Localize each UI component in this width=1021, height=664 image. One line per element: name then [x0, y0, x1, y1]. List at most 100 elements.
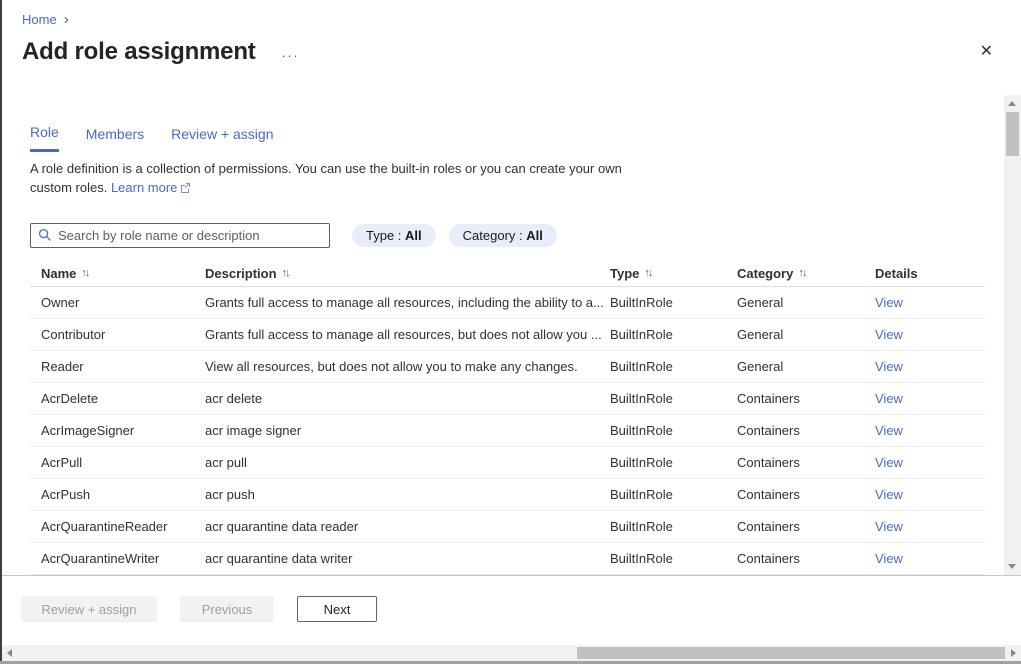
roles-table: Name↑↓ Description ↑↓ Type ↑↓ Category↑↓ D… [30, 260, 985, 575]
filter-type-separator: : [394, 228, 405, 243]
column-details-label: Details [875, 266, 918, 281]
more-options-button[interactable]: ··· [282, 48, 300, 63]
table-row[interactable]: Reader View all resources, but does not … [30, 351, 985, 383]
role-name-cell: AcrImageSigner [30, 423, 205, 438]
column-header-type[interactable]: Type ↑↓ [610, 266, 737, 281]
column-header-category[interactable]: Category↑↓ [737, 266, 875, 281]
column-name-label: Name [41, 266, 76, 281]
role-name-cell: Reader [30, 359, 205, 374]
role-category-cell: General [737, 359, 875, 374]
table-row[interactable]: AcrQuarantineReader acr quarantine data … [30, 511, 985, 543]
search-icon [38, 228, 52, 242]
column-header-name[interactable]: Name↑↓ [30, 266, 205, 281]
close-button[interactable]: ✕ [980, 44, 993, 60]
role-category-cell: Containers [737, 551, 875, 566]
vertical-scrollbar[interactable] [1004, 95, 1021, 575]
role-category-cell: General [737, 295, 875, 310]
filter-category-label: Category [463, 228, 516, 243]
view-details-link[interactable]: View [875, 423, 903, 438]
role-type-cell: BuiltInRole [610, 551, 737, 566]
filter-category-separator: : [515, 228, 526, 243]
external-link-icon [180, 182, 191, 193]
table-header-row: Name↑↓ Description ↑↓ Type ↑↓ Category↑↓ D… [30, 260, 985, 287]
view-details-link[interactable]: View [875, 391, 903, 406]
horizontal-scrollbar-thumb[interactable] [577, 647, 1005, 659]
filter-category-value: All [526, 228, 543, 243]
scroll-down-arrow-icon[interactable] [1008, 564, 1016, 569]
role-description-cell: acr pull [205, 455, 610, 470]
role-category-cell: Containers [737, 423, 875, 438]
role-type-cell: BuiltInRole [610, 295, 737, 310]
column-header-description[interactable]: Description ↑↓ [205, 266, 610, 281]
table-row[interactable]: Contributor Grants full access to manage… [30, 319, 985, 351]
search-input[interactable] [30, 223, 330, 248]
column-type-label: Type [610, 266, 639, 281]
column-header-details: Details [875, 266, 985, 281]
table-row[interactable]: Owner Grants full access to manage all r… [30, 287, 985, 319]
view-details-link[interactable]: View [875, 327, 903, 342]
horizontal-scrollbar[interactable] [2, 645, 1021, 661]
filter-pill-type[interactable]: Type : All [352, 224, 436, 247]
view-details-link[interactable]: View [875, 519, 903, 534]
intro-text: A role definition is a collection of per… [30, 160, 662, 198]
vertical-scrollbar-thumb[interactable] [1006, 112, 1019, 156]
role-type-cell: BuiltInRole [610, 519, 737, 534]
role-description-cell: acr push [205, 487, 610, 502]
sort-icon: ↑↓ [282, 267, 289, 279]
learn-more-label: Learn more [111, 180, 177, 195]
role-name-cell: AcrPush [30, 487, 205, 502]
view-details-link[interactable]: View [875, 551, 903, 566]
role-name-cell: AcrPull [30, 455, 205, 470]
role-name-cell: AcrQuarantineWriter [30, 551, 205, 566]
breadcrumb-chevron-icon: › [64, 12, 69, 27]
tab-role[interactable]: Role [30, 124, 59, 152]
role-description-cell: View all resources, but does not allow y… [205, 359, 610, 374]
next-button[interactable]: Next [297, 596, 377, 622]
table-row[interactable]: AcrDelete acr delete BuiltInRole Contain… [30, 383, 985, 415]
table-row[interactable]: AcrPush acr push BuiltInRole Containers … [30, 479, 985, 511]
scroll-up-arrow-icon[interactable] [1008, 101, 1016, 106]
view-details-link[interactable]: View [875, 295, 903, 310]
view-details-link[interactable]: View [875, 487, 903, 502]
filter-pill-category[interactable]: Category : All [449, 224, 557, 247]
toolbar: Type : All Category : All [30, 223, 557, 248]
column-description-label: Description [205, 266, 277, 281]
role-description-cell: Grants full access to manage all resourc… [205, 295, 610, 310]
role-type-cell: BuiltInRole [610, 423, 737, 438]
tab-review-assign[interactable]: Review + assign [171, 124, 273, 152]
learn-more-link[interactable]: Learn more [111, 180, 191, 195]
role-type-cell: BuiltInRole [610, 359, 737, 374]
review-assign-button[interactable]: Review + assign [21, 596, 157, 622]
filter-type-label: Type [366, 228, 394, 243]
sort-icon: ↑↓ [644, 267, 651, 279]
table-row[interactable]: AcrImageSigner acr image signer BuiltInR… [30, 415, 985, 447]
table-row[interactable]: AcrQuarantineWriter acr quarantine data … [30, 543, 985, 575]
role-type-cell: BuiltInRole [610, 487, 737, 502]
breadcrumb-home-link[interactable]: Home [22, 12, 57, 27]
view-details-link[interactable]: View [875, 455, 903, 470]
scroll-left-arrow-icon[interactable] [7, 649, 12, 657]
title-row: Add role assignment ··· [22, 38, 299, 66]
search-box [30, 223, 330, 248]
previous-button[interactable]: Previous [180, 596, 274, 622]
breadcrumb: Home › [22, 12, 69, 27]
role-description-cell: acr quarantine data reader [205, 519, 610, 534]
window-left-edge [0, 0, 2, 664]
role-category-cell: Containers [737, 391, 875, 406]
scroll-right-arrow-icon[interactable] [1011, 649, 1016, 657]
role-name-cell: Contributor [30, 327, 205, 342]
role-category-cell: Containers [737, 455, 875, 470]
view-details-link[interactable]: View [875, 359, 903, 374]
role-type-cell: BuiltInRole [610, 455, 737, 470]
role-name-cell: AcrQuarantineReader [30, 519, 205, 534]
footer-divider [0, 575, 1021, 576]
role-name-cell: Owner [30, 295, 205, 310]
tab-members[interactable]: Members [86, 124, 144, 152]
table-row[interactable]: AcrPull acr pull BuiltInRole Containers … [30, 447, 985, 479]
page-title: Add role assignment [22, 38, 256, 66]
role-category-cell: Containers [737, 519, 875, 534]
footer-action-bar: Review + assign Previous Next [21, 596, 377, 622]
column-category-label: Category [737, 266, 793, 281]
role-type-cell: BuiltInRole [610, 327, 737, 342]
role-category-cell: Containers [737, 487, 875, 502]
